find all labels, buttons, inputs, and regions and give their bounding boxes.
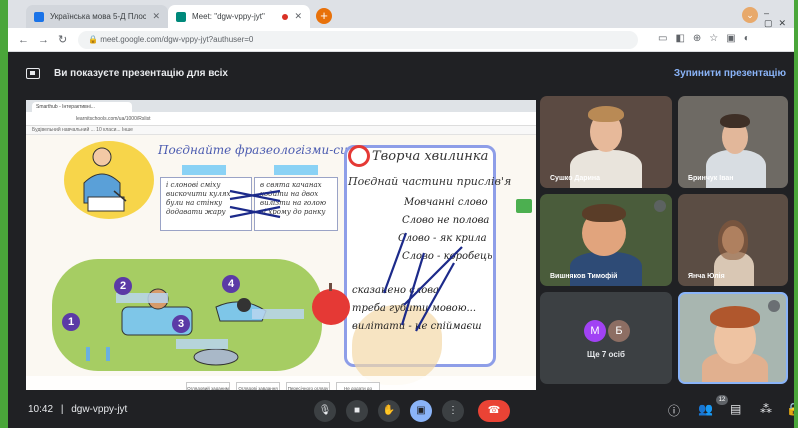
more-options-icon[interactable] (654, 200, 666, 212)
camera-icon: ■ (353, 405, 361, 416)
answer-card[interactable]: Пересічного огляду ряду (286, 382, 330, 390)
meeting-code: dgw-vppy-jyt (71, 404, 128, 415)
leave-call-icon: ☎ (487, 405, 501, 416)
mic-icon: 🎙 (318, 405, 332, 416)
new-tab-icon[interactable]: + (316, 8, 332, 24)
card-tab-left (182, 165, 226, 175)
activities-icon[interactable]: ⁂ (760, 402, 772, 416)
leave-call-button[interactable]: ☎ (478, 400, 510, 422)
participant-tile[interactable]: Сушко Дарина (540, 96, 672, 188)
meeting-details-icon[interactable]: ⓘ (668, 402, 680, 419)
side-tool-icon[interactable] (516, 199, 532, 213)
stop-presenting-button[interactable]: Зупинити презентацію (674, 68, 786, 79)
participant-tile[interactable]: Янча Юлія (678, 194, 788, 286)
participant-body (706, 150, 766, 188)
window-controls[interactable]: –▢✕ (764, 8, 794, 29)
meeting-time: 10:42 (28, 404, 54, 415)
lock-icon: 🔒 (88, 35, 101, 44)
answer-card[interactable]: Оглядові завдання (236, 382, 280, 390)
present-icon: ▣ (416, 405, 426, 416)
close-tab-icon[interactable]: ✕ (152, 11, 160, 22)
close-tab-icon[interactable]: ✕ (294, 11, 302, 22)
participant-name: Бринчук Іван (688, 175, 734, 182)
participant-name: Вишняков Тимофій (550, 273, 618, 280)
host-controls-icon[interactable]: 🔒 (786, 402, 794, 416)
meeting-separator: | (60, 404, 64, 415)
chat-icon[interactable]: ▤ (730, 402, 741, 416)
url-input[interactable]: 🔒 meet.google.com/dgw-vppy-jyt?authuser=… (78, 31, 638, 49)
participant-name: Янча Юлія (688, 273, 725, 280)
participant-body (570, 150, 642, 188)
shared-browser-address: learnitschools.com/ua/1000/Rslist (26, 112, 536, 126)
nav-buttons[interactable]: ←→↻ (18, 33, 76, 46)
more-options-button[interactable]: ⋮ (442, 400, 464, 422)
shared-browser-tab: Smarthub - Інтерактивні... (32, 102, 132, 112)
alarm-clock-icon (348, 145, 370, 167)
participant-hair (720, 114, 750, 128)
profile-avatar-icon[interactable]: ⌄ (742, 7, 758, 23)
lesson-slide: Поєднайте фразеологізми-синоніми і слоно… (26, 135, 536, 390)
camera-button[interactable]: ■ (346, 400, 368, 422)
self-view-tile[interactable] (678, 292, 788, 384)
tab-favicon-icon (34, 11, 44, 22)
tab-title: Українська мова 5-Д Плоскун (50, 12, 147, 21)
recording-dot-icon (282, 13, 289, 20)
card-tab-right (274, 165, 318, 175)
meeting-info: 10:42 | dgw-vppy-jyt (28, 404, 127, 415)
more-options-icon: ⋮ (448, 405, 458, 416)
participant-avatar: Б (608, 320, 630, 342)
more-participants-label: Ще 7 осіб (587, 350, 625, 359)
number-badge: 4 (222, 275, 240, 293)
raise-hand-button[interactable]: ✋ (378, 400, 400, 422)
tab-title: Meet: "dgw-vppy-jyt" (192, 12, 265, 21)
participant-count-badge: 12 (716, 395, 728, 405)
raise-hand-icon: ✋ (382, 405, 396, 416)
shared-browser-bookmarks: Будівельний навчальний ... 10 класи... І… (26, 126, 536, 135)
proverb-matching-lines (382, 232, 463, 332)
participant-body (570, 252, 642, 286)
answer-strip (26, 376, 536, 390)
people-icon[interactable]: 👥 (698, 402, 713, 416)
answer-blank[interactable] (176, 339, 228, 349)
screen-frame: Українська мова 5-Д Плоскун ✕ Meet: "dgw… (8, 0, 794, 428)
browser-addressbar: ←→↻ 🔒 meet.google.com/dgw-vppy-jyt?authu… (8, 28, 794, 52)
shared-browser-tabbar: Smarthub - Інтерактивні... (26, 100, 536, 112)
browser-tabbar: Українська мова 5-Д Плоскун ✕ Meet: "dgw… (8, 0, 794, 28)
teacher-illustration (83, 147, 127, 212)
creative-minute-subtitle: Поєднай частини прислів'я (348, 175, 512, 188)
answer-card[interactable]: Оглядовий заданим зміст (186, 382, 230, 390)
present-button[interactable]: ▣ (410, 400, 432, 422)
more-participants-tile[interactable]: М Б Ще 7 осіб (540, 292, 672, 384)
participant-hair (588, 106, 624, 122)
browser-tab-meet[interactable]: Meet: "dgw-vppy-jyt" ✕ (168, 5, 310, 28)
presenting-banner: Ви показуєте презентацію для всіх Зупини… (26, 60, 794, 86)
number-badge: 1 (62, 313, 80, 331)
number-badge: 2 (114, 277, 132, 295)
presenting-text: Ви показуєте презентацію для всіх (54, 67, 228, 79)
url-text: meet.google.com/dgw-vppy-jyt?authuser=0 (100, 35, 254, 44)
participant-hair (718, 220, 748, 260)
number-badge: 3 (172, 315, 190, 333)
extension-icons[interactable]: ▭◧⊕☆▣◐ (658, 33, 758, 44)
answer-blank[interactable] (252, 309, 304, 319)
more-options-icon[interactable] (768, 300, 780, 312)
apple-illustration (312, 283, 350, 325)
answer-card[interactable]: Не додати до огляду (336, 382, 380, 390)
meet-favicon-icon (176, 11, 186, 22)
participant-name: Сушко Дарина (550, 175, 600, 182)
participant-hair (710, 306, 760, 328)
browser-tab-lesson[interactable]: Українська мова 5-Д Плоскун ✕ (26, 5, 168, 28)
mic-button[interactable]: 🎙 (314, 400, 336, 422)
participant-tile[interactable]: Вишняков Тимофій (540, 194, 672, 286)
participant-hair (582, 204, 626, 222)
present-screen-icon (26, 67, 40, 79)
matching-lines (229, 189, 281, 219)
participant-avatar: М (584, 320, 606, 342)
creative-minute-title: Творча хвилинка (372, 149, 489, 164)
participant-tile[interactable]: Бринчук Іван (678, 96, 788, 188)
shared-screen: Smarthub - Інтерактивні... learnitschool… (26, 100, 536, 390)
